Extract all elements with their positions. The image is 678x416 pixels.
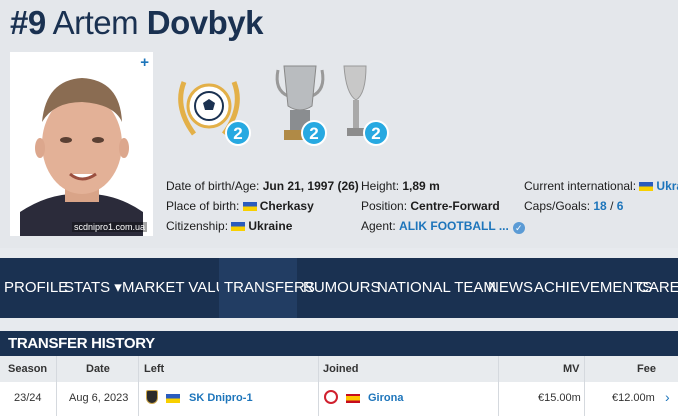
goals-link[interactable]: 6 (617, 199, 624, 213)
intl-row: Current international: Ukra (524, 176, 678, 196)
citizenship-value: Ukraine (248, 219, 293, 233)
row-fee: €12.00m (612, 392, 655, 404)
trophy-ball-laurel[interactable]: 2 (170, 62, 251, 147)
col-mv: MV (563, 363, 580, 375)
caps-separator: / (606, 199, 617, 213)
add-photo-icon[interactable]: + (140, 54, 149, 71)
tab-profile[interactable]: PROFILE (4, 258, 68, 318)
col-season: Season (8, 363, 48, 375)
dob-label: Date of birth/Age: (166, 179, 260, 193)
col-fee: Fee (637, 363, 656, 375)
photo-credit: scdnipro1.com.ua (72, 222, 148, 232)
ukraine-flag-icon (242, 202, 257, 211)
pob-value: Cherkasy (259, 199, 314, 213)
info-col-1: Date of birth/Age: Jun 21, 1997 (26) Pla… (166, 176, 359, 236)
ukraine-flag-icon (166, 394, 180, 403)
table-row[interactable]: 23/24 Aug 6, 2023 SK Dnipro-1 Girona €15… (0, 382, 678, 416)
position-row: Position: Centre-Forward (361, 196, 525, 216)
caps-label: Caps/Goals: (524, 199, 591, 213)
player-photo[interactable]: + scdnipro1.com.ua (10, 52, 153, 236)
agent-link[interactable]: ALIK FOOTBALL ... (399, 219, 509, 233)
info-col-3: Current international: Ukra Caps/Goals: … (524, 176, 678, 216)
tab-rumours[interactable]: RUMOURS (303, 258, 381, 318)
caps-link[interactable]: 18 (593, 199, 606, 213)
tab-transfers[interactable]: TRANSFERS (219, 258, 315, 318)
citizenship-row: Citizenship: Ukraine (166, 216, 359, 236)
trophy-cup[interactable]: 2 (270, 62, 340, 147)
spain-flag-icon (346, 394, 360, 403)
col-left: Left (144, 363, 165, 375)
row-left-club[interactable]: SK Dnipro-1 (189, 392, 253, 404)
tab-career[interactable]: CAREE (638, 258, 678, 318)
tab-national-team[interactable]: NATIONAL TEAM (377, 258, 496, 318)
height-row: Height: 1,89 m (361, 176, 525, 196)
trophy-chalice[interactable]: 2 (338, 62, 398, 147)
dob-value: Jun 21, 1997 (26) (262, 179, 359, 193)
row-season: 23/24 (14, 392, 42, 404)
info-col-2: Height: 1,89 m Position: Centre-Forward … (361, 176, 525, 236)
position-label: Position: (361, 199, 408, 213)
verified-check-icon: ✓ (512, 222, 525, 234)
tab-achievements[interactable]: ACHIEVEMENTS (534, 258, 652, 318)
profile-nav: PROFILE STATS ▾ MARKET VALUE TRANSFERS R… (0, 258, 678, 318)
ukraine-flag-icon (639, 182, 654, 191)
agent-label: Agent: (361, 219, 396, 233)
row-joined-club[interactable]: Girona (368, 392, 403, 404)
last-name: Dovbyk (146, 4, 264, 41)
position-value: Centre-Forward (410, 199, 500, 213)
player-face-image (10, 52, 153, 236)
caps-row: Caps/Goals: 18 / 6 (524, 196, 678, 216)
agent-row: Agent: ALIK FOOTBALL ... ✓ (361, 216, 525, 236)
intl-label: Current international: (524, 179, 637, 193)
row-date: Aug 6, 2023 (69, 392, 129, 404)
citizenship-label: Citizenship: (166, 219, 229, 233)
pob-label: Place of birth: (166, 199, 240, 213)
chevron-right-icon[interactable]: › (665, 389, 670, 405)
dob-row: Date of birth/Age: Jun 21, 1997 (26) (166, 176, 359, 196)
girona-crest-icon (324, 390, 338, 404)
tab-stats[interactable]: STATS ▾ (64, 258, 122, 318)
col-date: Date (86, 363, 110, 375)
tab-news[interactable]: NEWS (488, 258, 533, 318)
trophy-count-badge: 2 (363, 120, 389, 146)
intl-link[interactable]: Ukra (656, 179, 678, 193)
ukraine-flag-icon (231, 222, 246, 231)
pob-row: Place of birth: Cherkasy (166, 196, 359, 216)
transfer-table-header: Season Date Left Joined MV Fee (0, 356, 678, 382)
row-mv: €15.00m (538, 392, 581, 404)
col-joined: Joined (323, 363, 359, 375)
dnipro-crest-icon (146, 390, 158, 404)
player-header: #9 Artem Dovbyk + scdnipro1.com.ua 2 2 2… (0, 0, 678, 248)
player-title: #9 Artem Dovbyk (10, 4, 263, 42)
shirt-number: #9 (10, 4, 46, 41)
first-name: Artem (52, 4, 139, 41)
transfer-history-title: TRANSFER HISTORY (0, 331, 678, 356)
height-value: 1,89 m (402, 179, 440, 193)
height-label: Height: (361, 179, 400, 193)
trophy-count-badge: 2 (301, 120, 327, 146)
trophy-count-badge: 2 (225, 120, 251, 146)
